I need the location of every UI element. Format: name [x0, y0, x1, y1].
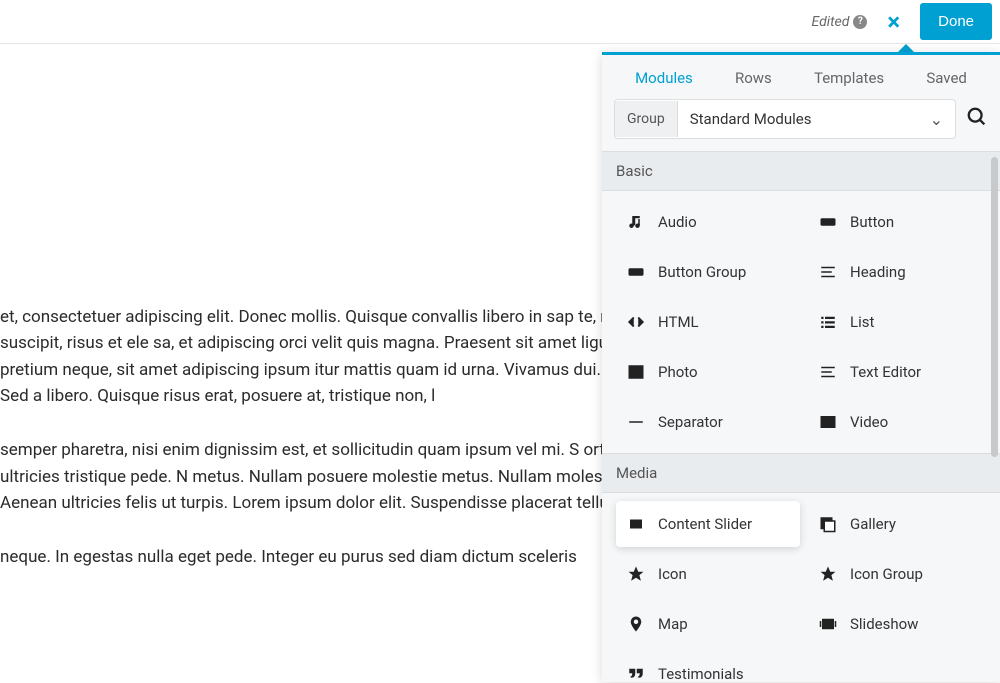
module-label: Video: [850, 413, 888, 431]
panel-tabs: Modules Rows Templates Saved: [602, 55, 1000, 99]
filter-row: Group Standard Modules ⌄: [602, 99, 1000, 151]
video-icon: [818, 413, 838, 431]
module-text-editor[interactable]: Text Editor: [808, 349, 992, 395]
section-media: Media: [602, 453, 1000, 493]
star-icon: [818, 565, 838, 583]
music-note-icon: [626, 213, 646, 231]
module-separator[interactable]: Separator: [616, 399, 800, 445]
module-heading[interactable]: Heading: [808, 249, 992, 295]
module-label: Heading: [850, 263, 906, 281]
module-photo[interactable]: Photo: [616, 349, 800, 395]
text-editor-icon: [818, 363, 838, 381]
topbar: Edited ? × Done: [0, 0, 1000, 44]
button-icon: [818, 213, 838, 231]
module-icon-group[interactable]: Icon Group: [808, 551, 992, 597]
module-gallery[interactable]: Gallery: [808, 501, 992, 547]
panel-pointer: [898, 44, 914, 52]
tab-modules[interactable]: Modules: [635, 69, 693, 87]
module-label: Icon Group: [850, 565, 923, 583]
tab-templates[interactable]: Templates: [814, 69, 884, 87]
map-pin-icon: [626, 615, 646, 633]
section-basic: Basic: [602, 151, 1000, 191]
tab-rows[interactable]: Rows: [735, 69, 772, 87]
module-audio[interactable]: Audio: [616, 199, 800, 245]
module-label: HTML: [658, 313, 699, 331]
star-icon: [626, 565, 646, 583]
module-list[interactable]: List: [808, 299, 992, 345]
module-label: Content Slider: [658, 515, 752, 533]
module-scroll-area[interactable]: Basic Audio Button Button Group Heading: [602, 151, 1000, 682]
module-html[interactable]: HTML: [616, 299, 800, 345]
module-label: Text Editor: [850, 363, 921, 381]
separator-icon: [626, 413, 646, 431]
group-prefix-label: Group: [615, 101, 678, 137]
module-label: Icon: [658, 565, 687, 583]
modules-panel: Modules Rows Templates Saved Group Stand…: [602, 52, 1000, 682]
module-button-group[interactable]: Button Group: [616, 249, 800, 295]
photo-icon: [626, 363, 646, 381]
module-slideshow[interactable]: Slideshow: [808, 601, 992, 647]
done-button[interactable]: Done: [920, 3, 992, 40]
quote-icon: [626, 665, 646, 682]
module-label: Map: [658, 615, 688, 633]
edited-label: Edited: [812, 14, 850, 30]
module-video[interactable]: Video: [808, 399, 992, 445]
module-content-slider[interactable]: Content Slider: [616, 501, 800, 547]
slideshow-icon: [818, 615, 838, 633]
gallery-icon: [818, 515, 838, 533]
module-button[interactable]: Button: [808, 199, 992, 245]
slider-icon: [626, 515, 646, 533]
button-group-icon: [626, 263, 646, 281]
list-icon: [818, 313, 838, 331]
group-select[interactable]: Group Standard Modules ⌄: [614, 99, 956, 139]
module-icon[interactable]: Icon: [616, 551, 800, 597]
heading-icon: [818, 263, 838, 281]
module-label: Button Group: [658, 263, 746, 281]
code-icon: [626, 313, 646, 331]
module-testimonials[interactable]: Testimonials: [616, 651, 800, 682]
close-icon[interactable]: ×: [879, 4, 908, 40]
module-label: Gallery: [850, 515, 896, 533]
module-label: Slideshow: [850, 615, 918, 633]
search-icon[interactable]: [966, 106, 988, 132]
module-label: Testimonials: [658, 665, 744, 682]
scrollbar-thumb[interactable]: [991, 157, 998, 457]
module-label: Photo: [658, 363, 698, 381]
chevron-down-icon: ⌄: [930, 110, 955, 129]
tab-saved[interactable]: Saved: [926, 69, 967, 87]
help-icon[interactable]: ?: [853, 15, 867, 29]
module-label: Audio: [658, 213, 697, 231]
group-value: Standard Modules: [678, 100, 930, 138]
module-label: List: [850, 313, 874, 331]
edited-status: Edited ?: [812, 14, 868, 30]
module-label: Button: [850, 213, 894, 231]
module-map[interactable]: Map: [616, 601, 800, 647]
module-label: Separator: [658, 413, 723, 431]
